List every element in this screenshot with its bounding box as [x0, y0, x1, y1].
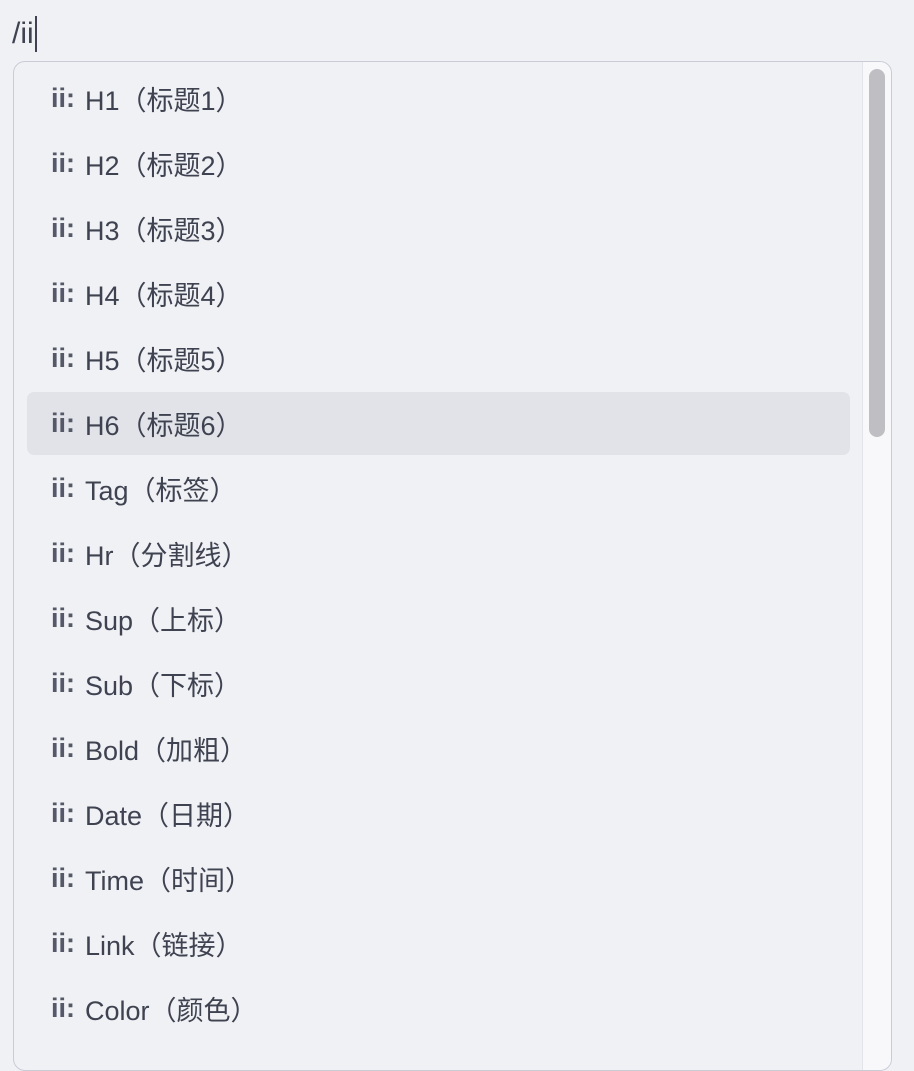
item-prefix: ii:: [51, 343, 75, 373]
item-prefix: ii:: [51, 213, 75, 243]
scrollbar-track[interactable]: [862, 62, 891, 1070]
suggestion-item-hr[interactable]: ii: Hr（分割线）: [27, 522, 850, 585]
item-prefix: ii:: [51, 993, 75, 1023]
suggestion-item-bold[interactable]: ii: Bold（加粗）: [27, 717, 850, 780]
item-prefix: ii:: [51, 798, 75, 828]
item-label: H3（标题3）: [85, 216, 243, 246]
item-label: Sup（上标）: [85, 606, 242, 636]
item-prefix: ii:: [51, 408, 75, 438]
item-label: H6（标题6）: [85, 411, 243, 441]
item-prefix: ii:: [51, 733, 75, 763]
suggestion-item-h2[interactable]: ii: H2（标题2）: [27, 132, 850, 195]
item-prefix: ii:: [51, 538, 75, 568]
suggestion-item-sup[interactable]: ii: Sup（上标）: [27, 587, 850, 650]
suggestion-item-h1[interactable]: ii: H1（标题1）: [27, 67, 850, 130]
suggestion-item-h6[interactable]: ii: H6（标题6）: [27, 392, 850, 455]
item-prefix: ii:: [51, 473, 75, 503]
suggestion-list: ii: H1（标题1） ii: H2（标题2） ii: H3（标题3） ii: …: [27, 67, 850, 1042]
item-prefix: ii:: [51, 278, 75, 308]
editor-input-line[interactable]: /ii: [12, 14, 37, 54]
autocomplete-popup: ii: H1（标题1） ii: H2（标题2） ii: H3（标题3） ii: …: [13, 61, 892, 1071]
suggestion-item-link[interactable]: ii: Link（链接）: [27, 912, 850, 975]
item-prefix: ii:: [51, 148, 75, 178]
item-label: Color（颜色）: [85, 996, 258, 1026]
item-label: Tag（标签）: [85, 476, 237, 506]
item-prefix: ii:: [51, 928, 75, 958]
suggestion-item-date[interactable]: ii: Date（日期）: [27, 782, 850, 845]
item-label: H5（标题5）: [85, 346, 243, 376]
item-label: Link（链接）: [85, 931, 243, 961]
item-prefix: ii:: [51, 668, 75, 698]
item-prefix: ii:: [51, 603, 75, 633]
suggestion-item-time[interactable]: ii: Time（时间）: [27, 847, 850, 910]
scrollbar-thumb[interactable]: [869, 69, 885, 437]
item-label: Sub（下标）: [85, 671, 242, 701]
item-label: Hr（分割线）: [85, 541, 249, 571]
item-label: Time（时间）: [85, 866, 252, 896]
suggestion-item-h5[interactable]: ii: H5（标题5）: [27, 327, 850, 390]
item-label: Date（日期）: [85, 801, 251, 831]
suggestion-item-h3[interactable]: ii: H3（标题3）: [27, 197, 850, 260]
suggestion-item-tag[interactable]: ii: Tag（标签）: [27, 457, 850, 520]
item-label: H1（标题1）: [85, 86, 243, 116]
item-label: Bold（加粗）: [85, 736, 248, 766]
item-prefix: ii:: [51, 83, 75, 113]
item-prefix: ii:: [51, 863, 75, 893]
text-caret: [34, 16, 37, 52]
item-label: H2（标题2）: [85, 151, 243, 181]
suggestion-item-h4[interactable]: ii: H4（标题4）: [27, 262, 850, 325]
typed-command-text: /ii: [12, 17, 34, 50]
suggestion-item-sub[interactable]: ii: Sub（下标）: [27, 652, 850, 715]
item-label: H4（标题4）: [85, 281, 243, 311]
suggestion-item-color[interactable]: ii: Color（颜色）: [27, 977, 850, 1040]
